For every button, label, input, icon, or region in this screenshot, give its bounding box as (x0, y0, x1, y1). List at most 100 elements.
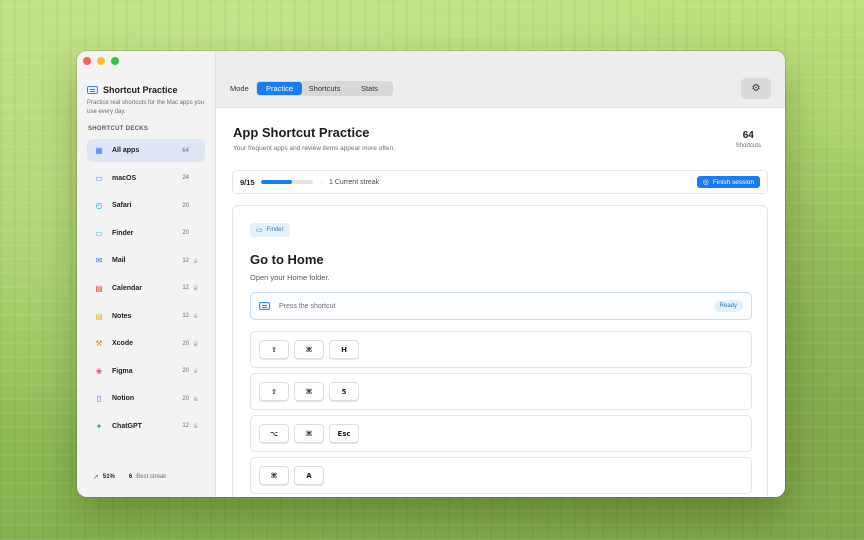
total-shortcuts: 64 Shortcuts (736, 130, 761, 149)
sidebar-item-notion[interactable]: ▯ Notion 20 🔒 (87, 387, 205, 410)
separator-dot: · (320, 178, 323, 186)
finish-session-button[interactable]: ◎ Finish session (696, 176, 760, 188)
sidebar-item-chatgpt[interactable]: ✦ ChatGPT 12 🔒 (87, 415, 205, 438)
sidebar-item-label: Mail (112, 257, 126, 265)
sidebar-item-figma[interactable]: ❀ Figma 20 🔒 (87, 360, 205, 383)
key-cap: H (329, 340, 359, 359)
app-subtitle: Practice real shortcuts for the Mac apps… (87, 100, 205, 115)
sidebar-item-label: Safari (112, 202, 132, 210)
sidebar-item-mail[interactable]: ✉ Mail 12 🔒 (87, 249, 205, 272)
sidebar: Shortcut Practice Practice real shortcut… (77, 51, 216, 497)
answer-option[interactable]: ⌘ A (250, 457, 752, 494)
hammer-icon: ⚒ (95, 339, 103, 349)
checkmark-circle-icon: ◎ (702, 179, 709, 186)
sidebar-item-safari[interactable]: ◴ Safari 20 (87, 194, 205, 217)
lock-icon: 🔒 (192, 423, 199, 430)
progress-bar-fill (260, 180, 292, 184)
mode-label: Mode (230, 84, 249, 93)
session-progress: 9/15 · 1 Current streak ◎ Finish session (232, 170, 768, 194)
decks-section-label: SHORTCUT DECKS (88, 126, 149, 132)
page-title: App Shortcut Practice (233, 125, 370, 140)
tab-shortcuts[interactable]: Shortcuts (302, 82, 347, 95)
progress-bar (260, 180, 313, 184)
main-panel: Mode Practice Shortcuts Stats ⚙ App Shortc… (216, 51, 785, 497)
sidebar-item-count: 64 (182, 147, 189, 154)
practice-content: App Shortcut Practice Your frequent apps… (216, 108, 785, 497)
answer-option[interactable]: ⌥ ⌘ Esc (250, 415, 752, 452)
deck-list: ▦ All apps 64 ▭ macOS 24 ◴ Safari 20 ▭ Finder 20 ✉ Ma… (87, 139, 205, 443)
sidebar-item-label: ChatGPT (112, 422, 142, 430)
key-cap: ⇧ (259, 382, 289, 401)
document-icon: ▯ (96, 394, 102, 404)
best-streak-label: Best streak (136, 474, 167, 480)
lock-icon: 🔒 (192, 395, 199, 402)
sidebar-item-count: 20 (182, 340, 189, 347)
task-title: Go to Home (250, 252, 324, 267)
progress-text: 9/15 (240, 177, 255, 187)
figma-icon: ❀ (95, 366, 103, 376)
folder-icon: ▭ (95, 228, 103, 238)
lock-icon: 🔒 (192, 313, 199, 320)
task-description: Open your Home folder. (250, 273, 330, 282)
best-streak-value: 6 (128, 474, 133, 480)
display-icon: ▭ (95, 173, 103, 183)
settings-button[interactable]: ⚙ (741, 78, 771, 99)
answer-options: ⇧ ⌘ H ⇧ ⌘ 5 ⌥ ⌘ Esc ⌘ A (250, 331, 752, 497)
shortcut-input-placeholder: Press the shortcut (279, 302, 336, 310)
sidebar-item-count: 20 (182, 368, 189, 375)
sidebar-item-label: Figma (112, 367, 133, 375)
sidebar-item-macos[interactable]: ▭ macOS 24 (87, 167, 205, 190)
gear-icon: ⚙ (751, 83, 761, 94)
lock-icon: 🔒 (192, 257, 199, 264)
app-window: Shortcut Practice Practice real shortcut… (77, 51, 785, 497)
mail-icon: ✉ (95, 256, 103, 266)
answer-option[interactable]: ⇧ ⌘ H (250, 331, 752, 368)
zoom-window-button[interactable] (111, 57, 119, 65)
sidebar-item-count: 12 (182, 313, 189, 320)
minimize-window-button[interactable] (97, 57, 105, 65)
sidebar-item-count: 12 (182, 423, 189, 430)
sidebar-item-count: 12 (182, 257, 189, 264)
app-title-text: Shortcut Practice (103, 85, 178, 95)
tab-stats[interactable]: Stats (347, 82, 392, 95)
sidebar-item-label: All apps (112, 147, 140, 154)
sidebar-item-label: Notes (112, 312, 132, 320)
keyboard-icon (259, 302, 270, 310)
sidebar-item-label: Xcode (112, 340, 134, 348)
lock-icon: 🔒 (192, 368, 199, 375)
total-shortcuts-label: Shortcuts (735, 143, 761, 149)
key-cap: ⌘ (259, 466, 289, 485)
keyboard-icon (87, 86, 98, 94)
toolbar: Mode Practice Shortcuts Stats ⚙ (216, 51, 785, 108)
app-title: Shortcut Practice (87, 85, 178, 95)
sidebar-item-xcode[interactable]: ⚒ Xcode 20 🔒 (87, 332, 205, 355)
key-cap: ⌘ (294, 424, 324, 443)
sidebar-item-count: 20 (182, 395, 189, 402)
sidebar-item-count: 20 (182, 230, 189, 237)
close-window-button[interactable] (83, 57, 91, 65)
sidebar-item-label: macOS (112, 174, 137, 182)
app-chip-label: Finder (266, 227, 284, 233)
sidebar-item-all-apps[interactable]: ▦ All apps 64 (87, 139, 205, 162)
calendar-icon: ▤ (95, 283, 103, 293)
sidebar-item-count: 12 (182, 285, 189, 292)
window-controls (83, 57, 119, 65)
accuracy-value: 51% (102, 474, 115, 480)
sidebar-item-finder[interactable]: ▭ Finder 20 (87, 222, 205, 245)
app-chip: ▭ Finder (250, 223, 290, 237)
sparkle-icon: ✦ (95, 421, 103, 431)
tab-practice[interactable]: Practice (257, 82, 302, 95)
sidebar-item-count: 24 (182, 175, 189, 182)
practice-card: ▭ Finder Go to Home Open your Home folde… (232, 205, 768, 497)
sidebar-item-calendar[interactable]: ▤ Calendar 12 🔒 (87, 277, 205, 300)
answer-option[interactable]: ⇧ ⌘ 5 (250, 373, 752, 410)
lock-icon: 🔒 (192, 340, 199, 347)
key-cap: ⇧ (259, 340, 289, 359)
folder-icon: ▭ (256, 227, 263, 234)
sidebar-item-notes[interactable]: ▤ Notes 12 🔒 (87, 305, 205, 328)
sidebar-item-count: 20 (182, 202, 189, 209)
key-cap: 5 (329, 382, 359, 401)
sidebar-item-label: Notion (112, 395, 135, 403)
lock-icon: 🔒 (192, 285, 199, 292)
shortcut-input[interactable]: Press the shortcut Ready (250, 292, 752, 320)
